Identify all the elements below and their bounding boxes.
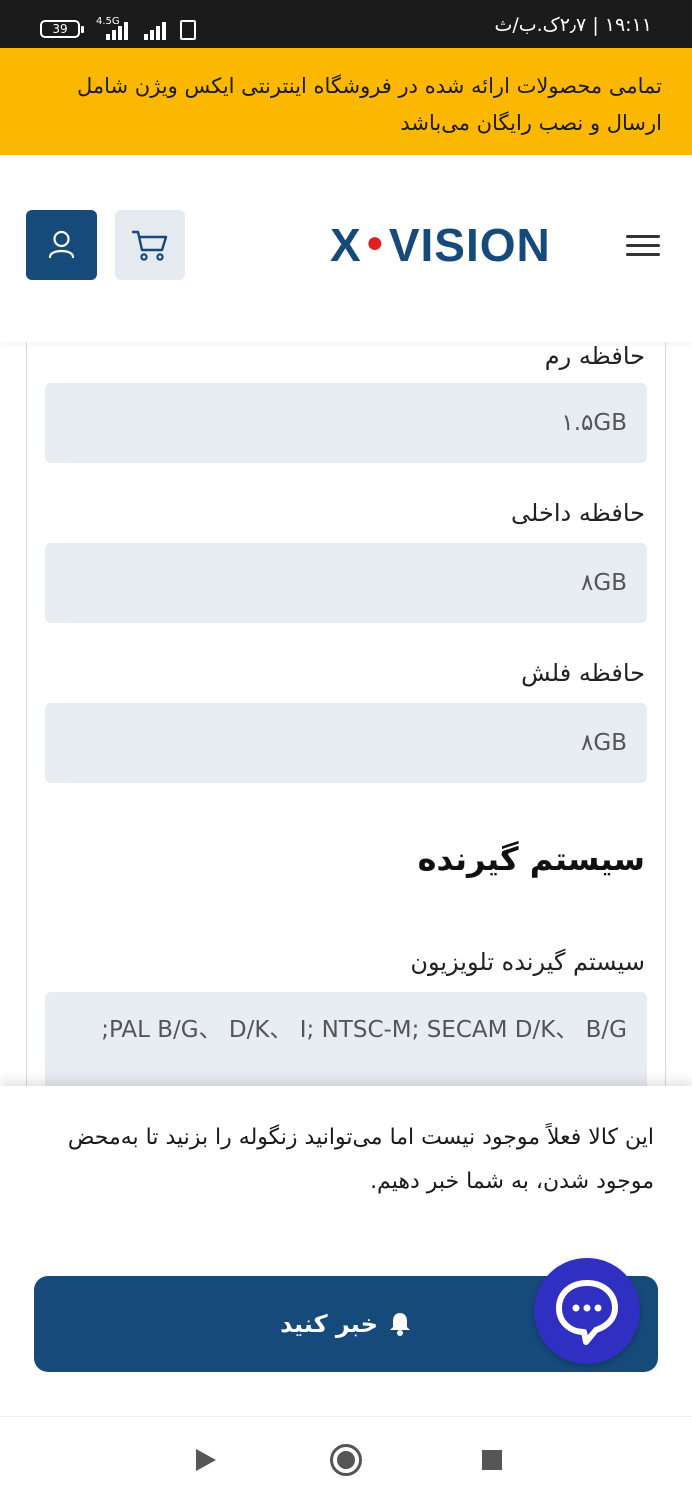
account-button[interactable] bbox=[26, 210, 97, 280]
cart-icon bbox=[131, 230, 168, 261]
out-of-stock-notice: این کالا فعلاً موجود نیست اما می‌توانید … bbox=[67, 1125, 654, 1194]
spec-label-internal: حافظه داخلی bbox=[511, 499, 645, 527]
spec-value-flash: ۸GB bbox=[45, 703, 647, 783]
spec-label-flash: حافظه فلش bbox=[521, 659, 645, 687]
status-bar: 39 4.5G ۱۹:۱۱ | ۲٫۷ک.ب/ث bbox=[0, 0, 692, 48]
site-header: X ● VISION bbox=[0, 155, 692, 342]
section-title-receiver: سیستم گیرنده bbox=[417, 840, 645, 878]
signal-icon-2 bbox=[144, 20, 174, 40]
chat-bubble-icon bbox=[556, 1280, 618, 1345]
chat-button[interactable] bbox=[534, 1258, 640, 1364]
status-time: ۱۹:۱۱ | ۲٫۷ک.ب/ث bbox=[494, 14, 652, 36]
specs-panel: حافظه رم ۱.۵GB حافظه داخلی ۸GB حافظه فلش… bbox=[26, 342, 666, 1102]
sim-icon bbox=[180, 20, 196, 40]
spec-value-tv-receiver-text: PAL B/G、 D/K、 I; NTSC-M; SECAM D/K、 B/G; bbox=[101, 1017, 627, 1043]
cart-button[interactable] bbox=[115, 210, 185, 280]
spec-value-internal: ۸GB bbox=[45, 543, 647, 623]
user-icon bbox=[48, 230, 75, 259]
signal-icon bbox=[106, 20, 136, 40]
recent-apps-icon[interactable] bbox=[482, 1450, 502, 1470]
logo-x: X bbox=[330, 219, 362, 271]
spec-value-internal-text: ۸GB bbox=[581, 570, 627, 596]
spec-label-ram: حافظه رم bbox=[544, 342, 645, 370]
spec-value-flash-text: ۸GB bbox=[581, 730, 627, 756]
battery-icon: 39 bbox=[40, 20, 84, 38]
promo-text: تمامی محصولات ارائه شده در فروشگاه اینتر… bbox=[76, 74, 662, 135]
logo-vision: VISION bbox=[388, 219, 551, 271]
notify-me-label: خبر کنید bbox=[280, 1310, 378, 1338]
promo-banner: تمامی محصولات ارائه شده در فروشگاه اینتر… bbox=[0, 48, 692, 155]
logo-dot: ● bbox=[365, 226, 385, 259]
battery-level: 39 bbox=[52, 22, 68, 36]
system-nav-bar bbox=[0, 1416, 692, 1501]
hamburger-menu-icon[interactable] bbox=[624, 233, 662, 259]
xvision-logo[interactable]: X ● VISION bbox=[330, 219, 551, 271]
back-icon[interactable] bbox=[196, 1449, 216, 1471]
spec-value-ram: ۱.۵GB bbox=[45, 383, 647, 463]
home-icon[interactable] bbox=[330, 1444, 362, 1476]
bell-icon bbox=[389, 1313, 410, 1336]
spec-value-ram-text: ۱.۵GB bbox=[561, 410, 627, 436]
out-of-stock-sheet: این کالا فعلاً موجود نیست اما می‌توانید … bbox=[0, 1086, 692, 1416]
spec-label-tv-receiver: سیستم گیرنده تلویزیون bbox=[410, 948, 645, 976]
